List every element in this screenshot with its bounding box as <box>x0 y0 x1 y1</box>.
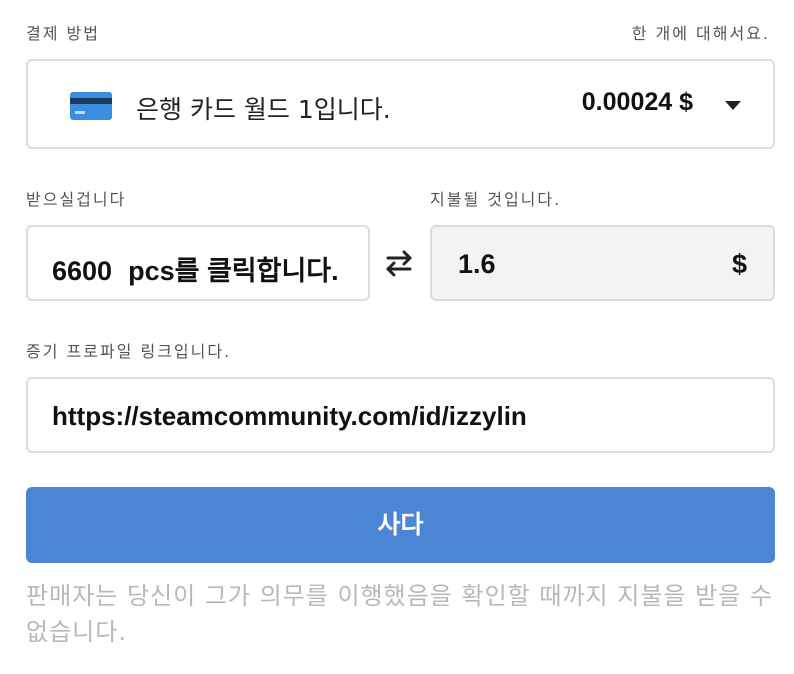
quantity-unit: pcs를 클릭합니다. <box>128 256 339 286</box>
unit-price: 0.00024 $ <box>581 88 693 116</box>
quantity-input[interactable]: 6600 pcs를 클릭합니다. <box>26 225 370 301</box>
payment-method-name: 은행 카드 월드 1입니다. <box>136 95 391 124</box>
quantity-value-wrap: 6600 pcs를 클릭합니다. <box>52 249 339 288</box>
profile-link-label: 증기 프로파일 링크입니다. <box>26 342 232 361</box>
buy-button[interactable]: 사다 <box>26 487 775 563</box>
payment-method-label: 결제 방법 <box>26 24 100 43</box>
per-unit-label: 한 개에 대해서요. <box>631 24 770 43</box>
receive-label: 받으실겁니다 <box>26 190 127 209</box>
chevron-down-icon[interactable] <box>725 101 741 110</box>
quantity-value: 6600 <box>52 256 113 286</box>
pay-label: 지불될 것입니다. <box>430 190 562 209</box>
payment-method-select[interactable]: 은행 카드 월드 1입니다. 0.00024 $ <box>26 59 775 149</box>
currency-symbol: $ <box>731 249 747 279</box>
pay-amount-field: 1.6 $ <box>430 225 775 301</box>
seller-notice: 판매자는 당신이 그가 의무를 이행했음을 확인할 때까지 지불을 받을 수 없… <box>26 582 773 646</box>
profile-link-input[interactable]: https://steamcommunity.com/id/izzylin <box>26 377 775 453</box>
pay-amount-value: 1.6 <box>458 249 496 279</box>
swap-arrows-icon[interactable] <box>384 248 414 278</box>
credit-card-icon <box>70 92 112 120</box>
profile-link-value: https://steamcommunity.com/id/izzylin <box>52 401 527 431</box>
